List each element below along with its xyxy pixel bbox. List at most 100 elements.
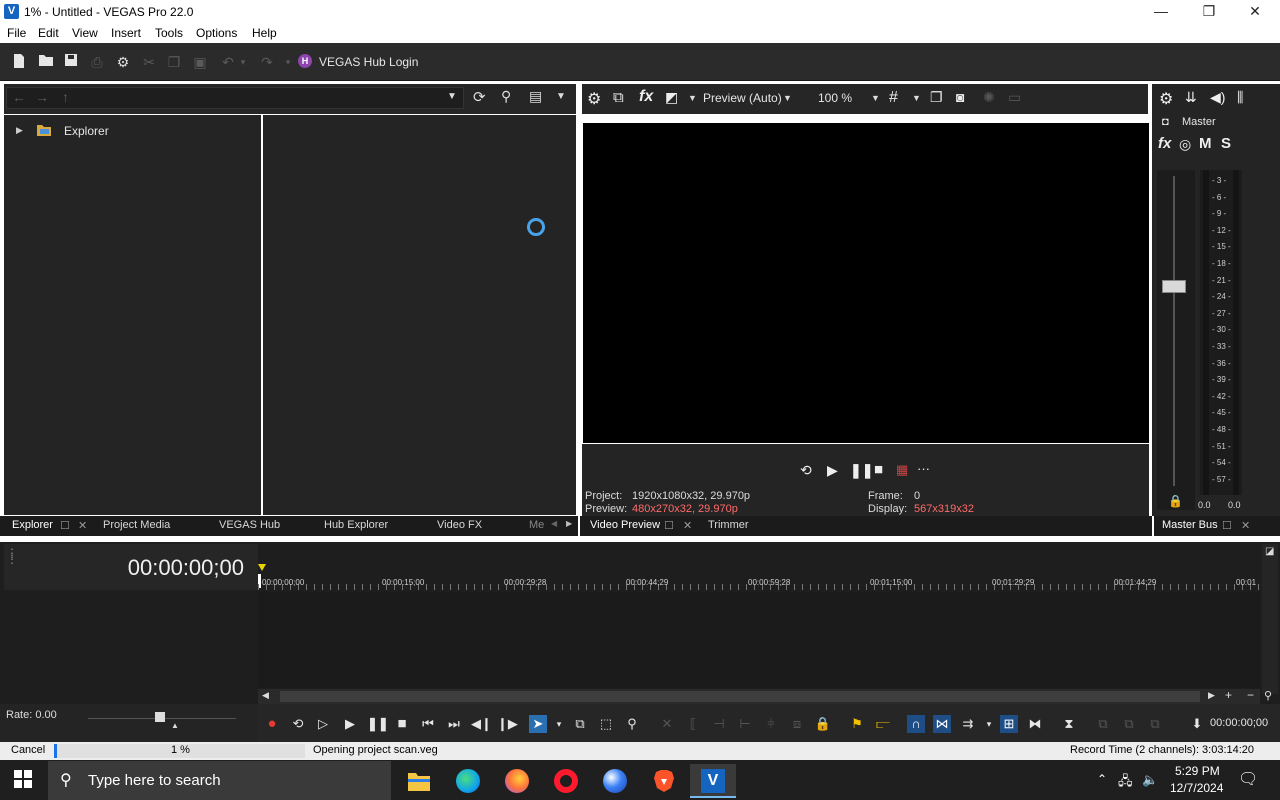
rate-slider-handle[interactable] — [155, 712, 165, 722]
next-frame-icon[interactable]: ❙▶ — [497, 715, 518, 733]
external-monitor-icon[interactable]: ⧉ — [613, 89, 624, 106]
master-fader-handle[interactable] — [1162, 280, 1186, 293]
explorer-path-field[interactable] — [6, 87, 464, 109]
preview-stop-icon[interactable]: ■ — [874, 461, 883, 478]
normal-edit-tool-icon[interactable]: ➤ — [529, 715, 547, 733]
copy-icon[interactable]: ❐ — [165, 53, 183, 71]
network-icon[interactable]: 🖧 — [1118, 772, 1133, 794]
menu-file[interactable]: File — [7, 26, 26, 40]
tab-scroll-left-icon[interactable]: ◀ — [551, 519, 557, 528]
undo-dropdown-icon[interactable]: ▾ — [238, 53, 248, 71]
split-icon[interactable]: ⫩ — [762, 715, 780, 733]
brave-app-icon[interactable] — [641, 764, 687, 798]
video-preview-canvas[interactable] — [583, 123, 1149, 443]
preview-quality-dropdown-icon[interactable]: ▼ — [783, 93, 792, 103]
stop-icon[interactable]: ■ — [393, 715, 411, 733]
tab-explorer-close-icon[interactable]: ✕ — [78, 519, 87, 532]
master-lock-icon[interactable]: 🔒 — [1168, 494, 1183, 508]
timeline-ruler[interactable]: 00:00:00;00 00:00:15;00 00:00:29;28 00:0… — [258, 544, 1260, 592]
tab-media-generators[interactable]: Me — [529, 519, 544, 531]
insert-region-icon[interactable]: ⫍ — [874, 715, 892, 733]
zoom-tool-transport-icon[interactable]: ⚲ — [623, 715, 641, 733]
properties-gear-icon[interactable]: ⚙ — [114, 53, 132, 71]
preview-play-icon[interactable]: ▶ — [827, 462, 838, 479]
up-arrow-icon[interactable]: ↑ — [62, 89, 69, 105]
unnest-icon[interactable]: ⧉ — [1120, 715, 1138, 733]
lock-envelopes-icon[interactable]: ⊞ — [1000, 715, 1018, 733]
trim-end-icon[interactable]: ⊢ — [736, 715, 754, 733]
video-fx-icon[interactable]: fx — [639, 88, 653, 106]
tab-master-bus[interactable]: Master Bus — [1162, 519, 1218, 531]
preview-zoom-select[interactable]: 100 % — [818, 91, 852, 105]
menu-help[interactable]: Help — [252, 26, 277, 40]
trim-start-icon[interactable]: ⊣ — [710, 715, 728, 733]
scroll-right-icon[interactable]: ▶ — [1208, 690, 1215, 701]
tab-vegas-hub[interactable]: VEGAS Hub — [219, 519, 280, 531]
cut-icon[interactable]: ✂ — [140, 53, 158, 71]
selection-tool-icon[interactable]: ⬚ — [597, 715, 615, 733]
downmix-icon[interactable]: ⇊ — [1185, 89, 1197, 106]
envelope-tool-icon[interactable]: ⧉ — [571, 715, 589, 733]
menu-insert[interactable]: Insert — [111, 26, 141, 40]
search-tool-icon[interactable]: ⚲ — [501, 88, 511, 105]
opera-app-icon[interactable] — [543, 764, 589, 798]
master-automation-icon[interactable]: ◎ — [1179, 136, 1191, 153]
save-icon[interactable] — [62, 53, 80, 71]
views-icon[interactable]: ▤ — [529, 88, 542, 105]
timecode-display[interactable]: 00:00:00;00 — [128, 555, 244, 581]
notifications-icon[interactable]: 🗨 — [1238, 769, 1258, 789]
tab-video-preview[interactable]: Video Preview — [590, 519, 660, 531]
loop-playback-icon[interactable]: ⟲ — [289, 715, 307, 733]
overlays-grid-icon[interactable]: # — [889, 89, 898, 107]
menu-tools[interactable]: Tools — [155, 26, 183, 40]
preview-pause-icon[interactable]: ❚❚ — [850, 462, 873, 479]
zoom-in-icon[interactable]: + — [1225, 688, 1232, 702]
track-area[interactable] — [258, 592, 1260, 688]
pause-icon[interactable]: ❚❚ — [367, 715, 389, 733]
forward-arrow-icon[interactable]: → — [35, 89, 49, 105]
drag-handle-icon[interactable]: ⋮ ⋮ — [6, 547, 18, 565]
tray-overflow-icon[interactable]: ⌃ — [1097, 772, 1107, 786]
expand-arrow-icon[interactable]: ▶ — [16, 125, 23, 136]
windows-start-icon[interactable] — [14, 770, 32, 793]
timeline-vertical-scrollbar[interactable]: ◪ — [1262, 544, 1278, 694]
close-button[interactable]: ✕ — [1240, 2, 1270, 20]
menu-edit[interactable]: Edit — [38, 26, 59, 40]
master-mute-button[interactable]: M — [1199, 135, 1212, 152]
volume-icon[interactable]: 🔈 — [1142, 772, 1158, 788]
split-screen-icon[interactable]: ◩ — [665, 89, 678, 106]
tab-project-media[interactable]: Project Media — [103, 519, 170, 531]
record-icon[interactable]: ● — [263, 715, 281, 733]
marker-toggle-icon[interactable]: ◪ — [1265, 546, 1274, 557]
redo-dropdown-icon[interactable]: ▾ — [283, 53, 293, 71]
auto-ripple-icon[interactable]: ⇉ — [959, 715, 977, 733]
tab-video-preview-close-icon[interactable]: ✕ — [683, 519, 692, 532]
path-dropdown-icon[interactable]: ▼ — [447, 91, 457, 102]
master-solo-button[interactable]: S — [1221, 135, 1231, 152]
master-settings-gear-icon[interactable]: ⚙ — [1159, 89, 1173, 109]
master-fx-button[interactable]: fx — [1158, 135, 1171, 152]
clock-date[interactable]: 12/7/2024 — [1170, 781, 1223, 795]
clock-time[interactable]: 5:29 PM — [1175, 764, 1220, 778]
back-arrow-icon[interactable]: ← — [12, 89, 26, 105]
split-dropdown-icon[interactable]: ▼ — [688, 93, 697, 103]
edge-app-icon[interactable] — [445, 764, 491, 798]
minimize-button[interactable]: — — [1146, 2, 1176, 20]
refresh-icon[interactable]: ⟳ — [473, 88, 486, 106]
compound-icon[interactable]: ⧉ — [1146, 715, 1164, 733]
preview-render-icon[interactable]: ▦ — [896, 462, 908, 478]
preview-settings-gear-icon[interactable]: ⚙ — [587, 89, 601, 109]
open-folder-icon[interactable] — [37, 53, 55, 71]
menu-options[interactable]: Options — [196, 26, 237, 40]
ripple-dropdown-icon[interactable]: ▾ — [980, 715, 998, 733]
snapping-magnet-icon[interactable]: ∩ — [907, 715, 925, 733]
render-icon[interactable]: ⎙ — [88, 53, 106, 71]
tab-master-bus-float-icon[interactable]: ☐ — [1222, 519, 1232, 532]
tab-scroll-right-icon[interactable]: ▶ — [566, 519, 572, 528]
zoom-tool-icon[interactable]: ⚲ — [1264, 689, 1272, 702]
event-grouping-icon[interactable]: ⧓ — [1026, 715, 1044, 733]
maximize-button[interactable]: ❐ — [1194, 2, 1224, 20]
speaker-icon[interactable]: ◀) — [1210, 89, 1225, 106]
scroll-left-icon[interactable]: ◀ — [262, 690, 269, 701]
go-to-end-icon[interactable]: ⏭ — [445, 715, 463, 733]
